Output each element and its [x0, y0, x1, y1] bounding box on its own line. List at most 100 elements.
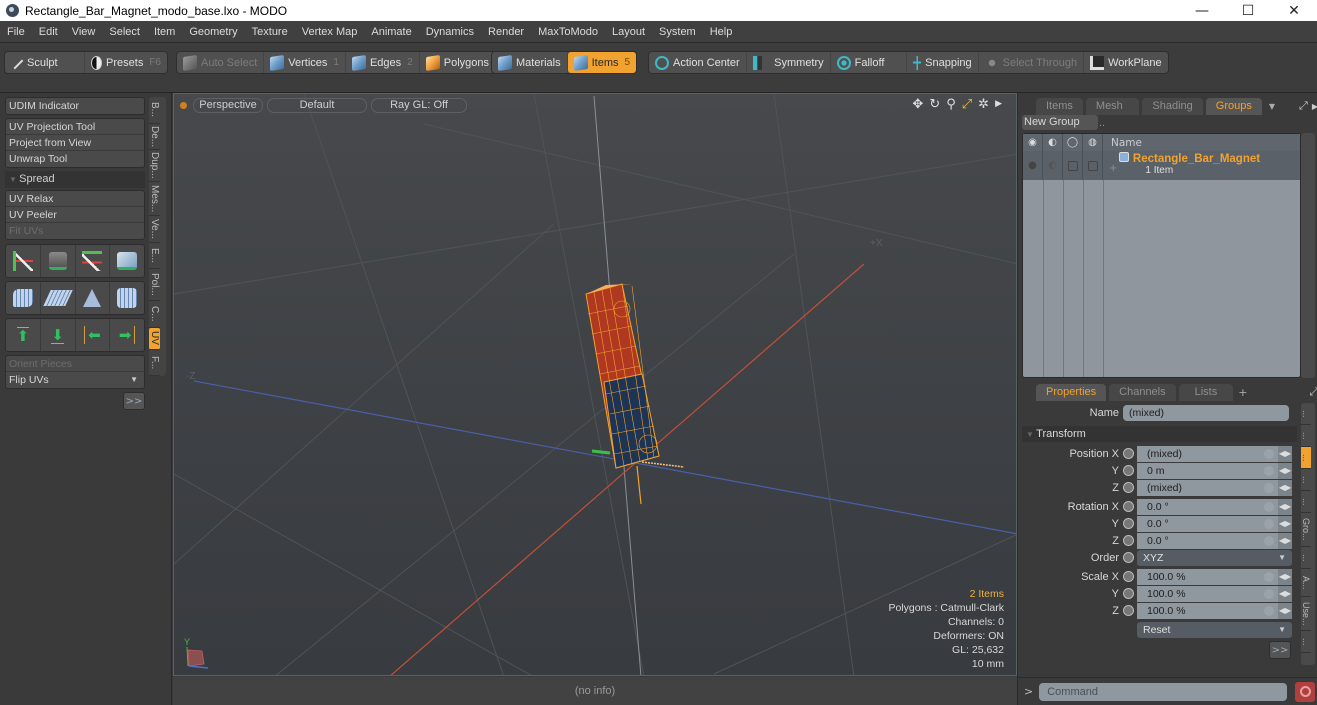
side-tab-groups[interactable]: Gro... — [1301, 513, 1311, 547]
unwrap-tool-button[interactable]: Unwrap Tool — [6, 151, 144, 167]
position-y-keyframe-toggle[interactable] — [1123, 465, 1134, 476]
vtab-deform[interactable]: De... — [149, 124, 160, 150]
drag-arrows-icon[interactable]: ◀▶ — [1278, 568, 1292, 585]
name-column-header[interactable]: Name — [1111, 137, 1142, 149]
reset-dropdown[interactable]: Reset — [1137, 621, 1292, 638]
scale-y-field[interactable]: 100.0 % ◀▶ — [1137, 585, 1292, 602]
vertices-button[interactable]: Vertices 1 — [264, 52, 346, 73]
uv-curved-tool[interactable] — [6, 282, 41, 314]
rotation-y-field[interactable]: 0.0 ° ◀▶ — [1137, 515, 1292, 532]
new-group-button[interactable]: New Group — [1022, 115, 1098, 130]
uv-box-tool[interactable] — [110, 245, 144, 277]
panel-menu-arrow-icon[interactable]: ▶ — [1312, 102, 1317, 111]
close-button[interactable]: ✕ — [1271, 0, 1317, 21]
pan-icon[interactable]: ✥ — [912, 97, 923, 112]
row-lock-checkbox[interactable] — [1063, 151, 1083, 180]
menu-animate[interactable]: Animate — [364, 26, 418, 38]
snapping-button[interactable]: Snapping — [907, 52, 979, 73]
side-tab[interactable]: ... — [1301, 425, 1311, 447]
panel-maximize-icon[interactable]: ⤢ — [1309, 385, 1317, 399]
vtab-basic[interactable]: B... — [149, 97, 160, 124]
rotation-order-dropdown[interactable]: XYZ — [1137, 549, 1292, 566]
align-left-button[interactable]: ⬅ — [76, 319, 111, 351]
properties-more-button[interactable]: >> — [1269, 641, 1291, 659]
flip-uvs-dropdown[interactable]: Flip UVs ▼ — [6, 372, 144, 388]
drag-arrows-icon[interactable]: ◀▶ — [1278, 498, 1292, 515]
vtab-vertex[interactable]: Ve... — [149, 216, 160, 243]
spread-section-header[interactable]: ▼ Spread — [5, 171, 145, 188]
drag-arrows-icon[interactable]: ◀▶ — [1278, 585, 1292, 602]
drag-arrows-icon[interactable]: ◀▶ — [1278, 445, 1292, 462]
fit-view-icon[interactable]: ⤢ — [962, 97, 972, 112]
menu-vertex-map[interactable]: Vertex Map — [295, 26, 365, 38]
viewport-options-dot[interactable] — [180, 101, 187, 109]
position-x-keyframe-toggle[interactable] — [1123, 448, 1134, 459]
menu-geometry[interactable]: Geometry — [182, 26, 244, 38]
drag-arrows-icon[interactable]: ◀▶ — [1278, 532, 1292, 549]
scale-uv-tool[interactable] — [76, 245, 111, 277]
viewport-expand-arrow-icon[interactable]: ▶ — [995, 97, 1002, 112]
zoom-view-icon[interactable]: ⚲ — [946, 97, 956, 112]
drag-arrows-icon[interactable]: ◀▶ — [1278, 602, 1292, 619]
magnet-model[interactable] — [585, 283, 685, 505]
tab-mesh[interactable]: Mesh ... — [1085, 98, 1140, 129]
tabs-dropdown-icon[interactable]: ▼ — [1269, 102, 1275, 111]
vtab-fusion[interactable]: F... — [149, 350, 160, 376]
move-uv-tool[interactable] — [6, 245, 41, 277]
side-tab-a[interactable]: A... — [1301, 569, 1311, 597]
vtab-uv[interactable]: UV — [149, 327, 160, 350]
minimize-button[interactable]: — — [1179, 0, 1225, 21]
vtab-duplicate[interactable]: Dup... — [149, 150, 160, 182]
position-z-keyframe-toggle[interactable] — [1123, 482, 1134, 493]
menu-render[interactable]: Render — [481, 26, 531, 38]
scale-y-keyframe-toggle[interactable] — [1123, 588, 1134, 599]
edges-button[interactable]: Edges 2 — [346, 52, 420, 73]
row-render-icon[interactable]: ◐ — [1043, 151, 1063, 180]
row-visibility-icon[interactable]: ● — [1023, 151, 1043, 180]
drag-arrows-icon[interactable]: ◀▶ — [1278, 479, 1292, 496]
maximize-button[interactable]: ☐ — [1225, 0, 1271, 21]
shading-dropdown[interactable]: Default — [267, 97, 367, 113]
falloff-button[interactable]: Falloff — [831, 52, 907, 73]
scale-z-field[interactable]: 100.0 % ◀▶ — [1137, 602, 1292, 619]
position-y-field[interactable]: 0 m ◀▶ — [1137, 462, 1292, 479]
presets-button[interactable]: Presets F6 — [85, 52, 167, 73]
uv-planar-tool[interactable] — [41, 282, 76, 314]
add-tab-button[interactable]: + — [1238, 386, 1247, 399]
side-tab[interactable]: ... — [1301, 547, 1311, 569]
materials-button[interactable]: Materials — [492, 52, 568, 73]
name-field[interactable]: (mixed) — [1123, 404, 1289, 421]
rotation-z-keyframe-toggle[interactable] — [1123, 535, 1134, 546]
side-tab[interactable]: ... — [1301, 491, 1311, 513]
raygl-toggle[interactable]: Ray GL: Off — [371, 97, 467, 113]
menu-system[interactable]: System — [652, 26, 703, 38]
rotate-uv-tool[interactable] — [41, 245, 76, 277]
vtab-edge[interactable]: E... — [149, 243, 160, 269]
sculpt-button[interactable]: Sculpt — [5, 52, 85, 73]
menu-dynamics[interactable]: Dynamics — [419, 26, 481, 38]
side-tab[interactable]: ... — [1301, 403, 1311, 425]
uv-perspective-tool[interactable] — [76, 282, 111, 314]
fit-uvs-button[interactable]: Fit UVs — [6, 223, 144, 239]
vtab-polygon[interactable]: Pol... — [149, 269, 160, 301]
panel-maximize-icon[interactable]: ⤢ — [1299, 99, 1308, 113]
menu-item[interactable]: Item — [147, 26, 182, 38]
scale-x-field[interactable]: 100.0 % ◀▶ — [1137, 568, 1292, 585]
transform-section-header[interactable]: ▼ Transform — [1022, 426, 1297, 442]
tab-shading[interactable]: Shading — [1142, 98, 1203, 115]
symmetry-button[interactable]: Symmetry — [747, 52, 831, 73]
viewport-settings-icon[interactable]: ✲ — [978, 97, 989, 112]
side-tab-active[interactable]: ... — [1301, 447, 1311, 469]
record-macro-button[interactable] — [1295, 681, 1316, 702]
tab-groups[interactable]: Groups — [1205, 98, 1262, 115]
order-keyframe-toggle[interactable] — [1123, 552, 1134, 563]
scale-x-keyframe-toggle[interactable] — [1123, 571, 1134, 582]
vtab-mesh-edit[interactable]: Mes... — [149, 182, 160, 216]
more-tools-button[interactable]: >> — [123, 392, 145, 410]
workplane-button[interactable]: WorkPlane — [1084, 52, 1168, 73]
command-input[interactable]: Command — [1039, 682, 1288, 701]
drag-arrows-icon[interactable]: ◀▶ — [1278, 462, 1292, 479]
rotation-z-field[interactable]: 0.0 ° ◀▶ — [1137, 532, 1292, 549]
groups-scrollbar[interactable] — [1301, 133, 1315, 378]
row-select-checkbox[interactable] — [1083, 151, 1103, 180]
